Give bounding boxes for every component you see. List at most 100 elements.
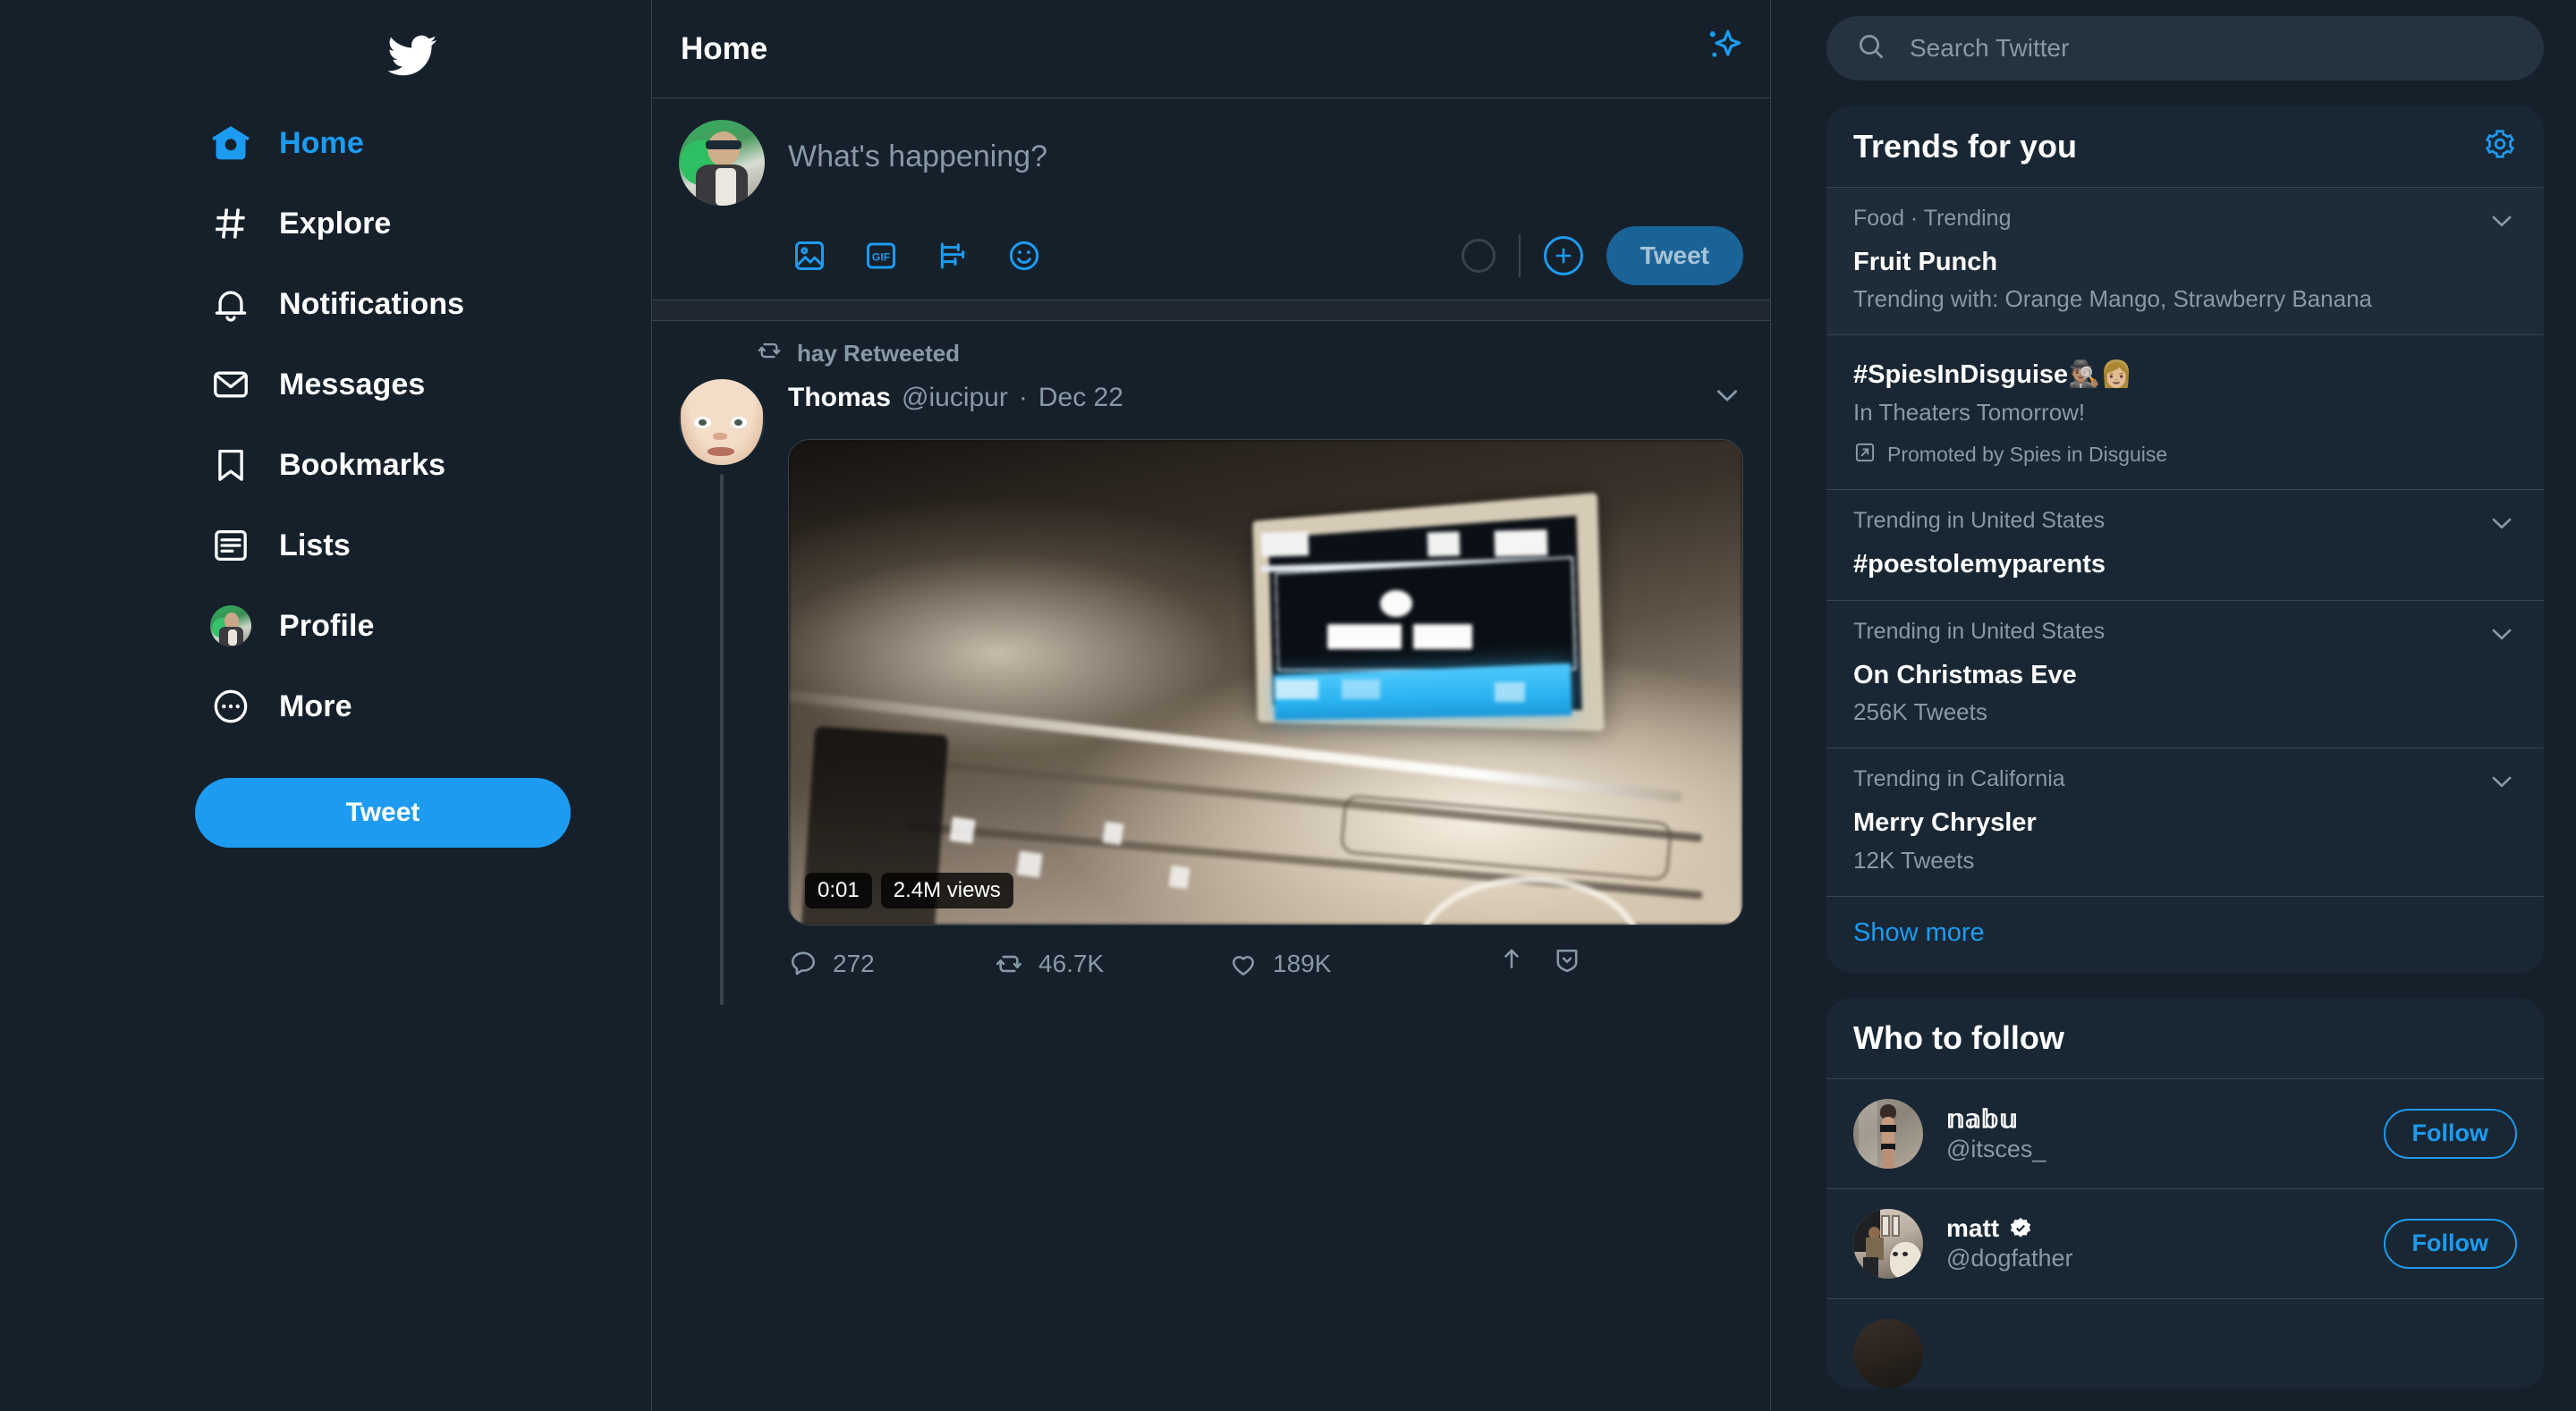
media-icon[interactable] — [788, 234, 831, 277]
avatar[interactable] — [1853, 1098, 1923, 1169]
tweet-author-name[interactable]: Thomas — [788, 383, 891, 413]
chevron-down-icon[interactable] — [2487, 766, 2517, 801]
sidebar-item-label: Bookmarks — [279, 448, 446, 482]
retweet-button[interactable]: 46.7K — [994, 949, 1228, 979]
who-to-follow-title: Who to follow — [1853, 1018, 2064, 1056]
sidebar-item-explore[interactable]: Explore — [195, 186, 418, 261]
divider — [1518, 234, 1521, 277]
download-icon[interactable] — [1552, 945, 1582, 982]
reply-count: 272 — [833, 949, 875, 977]
tweet-card[interactable]: hay Retweeted Thomas @iucipur · Dec 22 0… — [652, 321, 1770, 1005]
trend-name: #poestolemyparents — [1853, 549, 2106, 579]
timeline-section-divider — [652, 300, 1770, 321]
chevron-down-icon[interactable] — [1711, 379, 1743, 416]
twitter-app: Home Explore Notifications Messages Book… — [0, 0, 2576, 1411]
follow-user-handle: @dogfather — [1946, 1245, 2073, 1272]
tweet-author-avatar[interactable] — [679, 379, 765, 465]
sidebar-item-lists[interactable]: Lists — [195, 508, 377, 583]
tweet-author-line: Thomas @iucipur · Dec 22 — [788, 383, 1123, 413]
compose-tools: GIF — [788, 234, 1046, 277]
emoji-icon[interactable] — [1003, 234, 1046, 277]
who-to-follow-card: Who to follow 𝕟𝕒𝕓𝕦 @itsces_ Follow matt … — [1826, 997, 2544, 1389]
who-to-follow-header: Who to follow — [1826, 998, 2544, 1078]
trend-top-row: Food · Trending — [1853, 206, 2517, 241]
chevron-down-icon[interactable] — [2487, 508, 2517, 543]
chevron-down-icon[interactable] — [2487, 206, 2517, 241]
avatar[interactable] — [1853, 1208, 1923, 1279]
trend-top-row: Trending in United States — [1853, 508, 2517, 543]
tweet-author-handle[interactable]: @iucipur — [902, 383, 1008, 413]
trend-top-row: Trending in California — [1853, 766, 2517, 801]
sidebar-item-messages[interactable]: Messages — [195, 347, 452, 422]
sidebar-item-more[interactable]: More — [195, 669, 379, 744]
tweet-main: Thomas @iucipur · Dec 22 0:01 2.4M views… — [788, 379, 1743, 1005]
avatar[interactable] — [1853, 1318, 1923, 1389]
follow-user-handle: @itsces_ — [1946, 1135, 2046, 1162]
bookmark-icon — [208, 442, 254, 488]
video-badges: 0:01 2.4M views — [805, 873, 1013, 908]
trend-subtitle: In Theaters Tomorrow! — [1853, 398, 2086, 426]
twitter-logo-icon[interactable] — [361, 5, 462, 106]
follow-suggestion-row[interactable]: matt @dogfather Follow — [1826, 1187, 2544, 1298]
follow-user-info: matt @dogfather — [1946, 1214, 2360, 1272]
sparkle-icon[interactable] — [1702, 26, 1743, 72]
envelope-icon — [208, 361, 254, 408]
compose-avatar[interactable] — [679, 120, 765, 206]
tweet-avatar-column — [679, 379, 765, 1005]
sidebar-item-bookmarks[interactable]: Bookmarks — [195, 427, 472, 503]
sidebar-item-label: Lists — [279, 528, 351, 562]
reply-button[interactable]: 272 — [788, 949, 994, 979]
tweet-timestamp[interactable]: Dec 22 — [1038, 383, 1123, 413]
trend-item[interactable]: Trending in California Merry Chrysler 12… — [1826, 748, 2544, 895]
share-icon[interactable] — [1496, 945, 1527, 982]
left-sidebar: Home Explore Notifications Messages Book… — [0, 0, 651, 1411]
sidebar-item-home[interactable]: Home — [195, 106, 391, 181]
gear-icon[interactable] — [2483, 127, 2517, 165]
follow-button[interactable]: Follow — [2383, 1108, 2517, 1159]
trend-item[interactable]: Food · Trending Fruit Punch Trending wit… — [1826, 187, 2544, 335]
verified-badge-icon — [2008, 1216, 2033, 1241]
page-title: Home — [681, 30, 768, 66]
compose-placeholder[interactable]: What's happening? — [788, 120, 1743, 174]
gif-icon[interactable]: GIF — [860, 234, 902, 277]
follow-suggestion-row[interactable]: 𝕟𝕒𝕓𝕦 @itsces_ Follow — [1826, 1077, 2544, 1188]
compose-submit-button[interactable]: Tweet — [1606, 226, 1743, 285]
list-icon — [208, 522, 254, 569]
sidebar-item-label: Explore — [279, 207, 392, 241]
compose-submit-group: Tweet — [1461, 226, 1743, 285]
follow-suggestion-row-partial[interactable] — [1826, 1297, 2544, 1389]
svg-text:GIF: GIF — [872, 251, 890, 264]
chevron-down-icon[interactable] — [2487, 619, 2517, 654]
follow-user-name: 𝕟𝕒𝕓𝕦 — [1946, 1104, 2360, 1134]
right-sidebar: Trends for you Food · Trending Fruit Pun… — [1771, 0, 2576, 1411]
search-section — [1826, 0, 2544, 80]
sidebar-item-label: More — [279, 689, 352, 723]
poll-icon[interactable] — [931, 234, 974, 277]
trends-show-more-link[interactable]: Show more — [1826, 895, 2544, 973]
tweet-video-media[interactable]: 0:01 2.4M views — [788, 439, 1743, 925]
compose-tweet-box[interactable]: What's happening? GIF Tweet — [652, 98, 1770, 300]
trend-name: Merry Chrysler — [1853, 808, 2037, 838]
sidebar-item-profile[interactable]: Profile — [195, 588, 402, 663]
home-icon — [208, 120, 254, 166]
sidebar-nav: Home Explore Notifications Messages Book… — [195, 106, 571, 848]
follow-user-name: matt — [1946, 1214, 2360, 1243]
trends-card: Trends for you Food · Trending Fruit Pun… — [1826, 106, 2544, 973]
search-box[interactable] — [1826, 16, 2544, 80]
sidebar-item-label: Messages — [279, 368, 426, 401]
follow-button[interactable]: Follow — [2383, 1218, 2517, 1269]
search-input[interactable] — [1908, 33, 2514, 63]
trend-subtitle: Trending with: Orange Mango, Strawberry … — [1853, 285, 2373, 313]
sidebar-item-notifications[interactable]: Notifications — [195, 266, 491, 342]
compose-tweet-button[interactable]: Tweet — [195, 778, 571, 848]
follow-user-name-text: matt — [1946, 1214, 2000, 1243]
timeline-header: Home — [652, 0, 1770, 98]
main-timeline-column: Home What's happening? GIF Tweet hay Ret… — [651, 0, 1771, 1411]
trend-item-promoted[interactable]: #SpiesInDisguise🕵🏽‍♂️👩🏼 In Theaters Tomo… — [1826, 334, 2544, 488]
trend-category: Trending in California — [1853, 766, 2065, 792]
plus-circle-icon[interactable] — [1543, 236, 1583, 275]
trend-item[interactable]: Trending in United States #poestolemypar… — [1826, 488, 2544, 600]
sidebar-item-label: Home — [279, 126, 364, 160]
like-button[interactable]: 189K — [1228, 949, 1496, 979]
trend-item[interactable]: Trending in United States On Christmas E… — [1826, 599, 2544, 748]
